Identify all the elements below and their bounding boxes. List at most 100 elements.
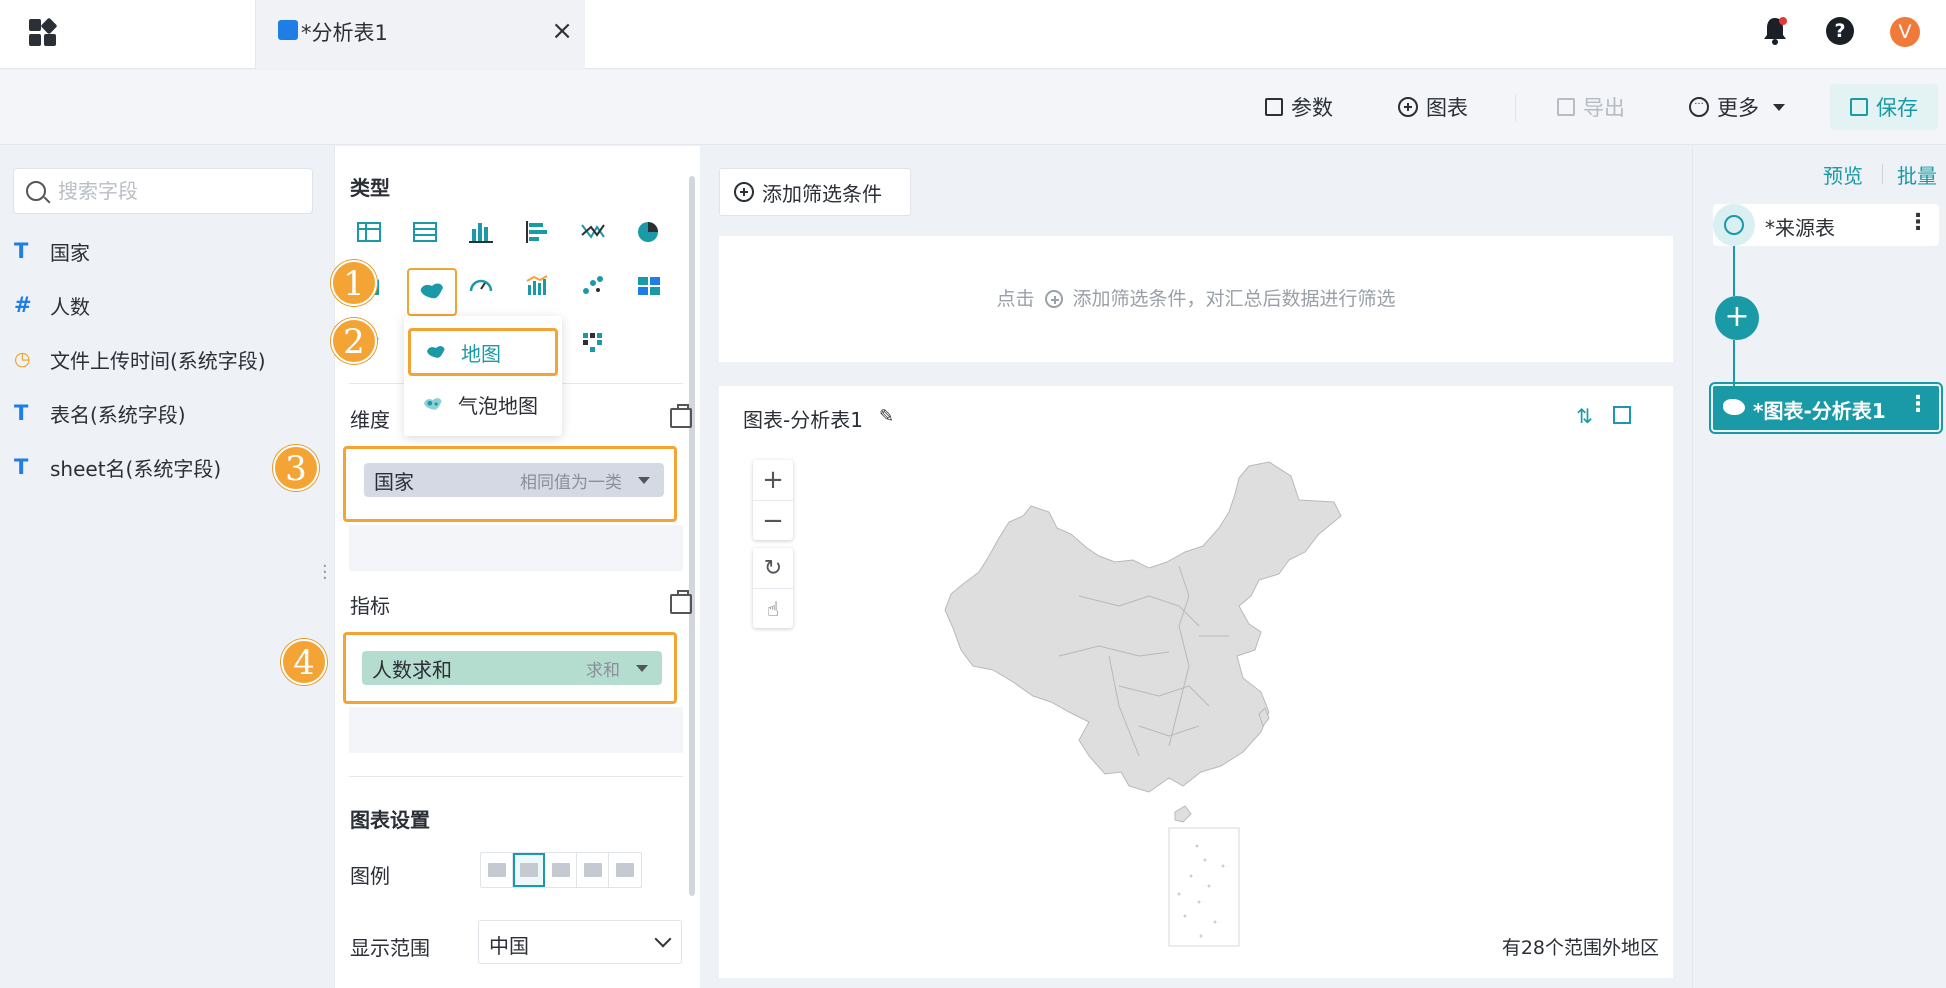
- step-marker-2: 2: [331, 318, 377, 364]
- gauge-chart-icon[interactable]: [465, 270, 497, 302]
- legend-none-option[interactable]: [481, 853, 513, 887]
- more-vertical-icon[interactable]: ⋮: [1907, 392, 1929, 417]
- text-field-icon: T: [14, 401, 29, 425]
- field-item-table-name[interactable]: T 表名(系统字段): [14, 398, 186, 428]
- config-scrollbar[interactable]: [689, 176, 695, 896]
- chevron-down-icon: [654, 930, 672, 948]
- search-box[interactable]: [13, 168, 313, 214]
- add-chart-button[interactable]: 图表: [1398, 92, 1468, 122]
- panel-resize-handle[interactable]: · · ·: [322, 558, 328, 588]
- filter-hint: 点击 添加筛选条件，对汇总后数据进行筛选: [996, 288, 1396, 310]
- legend-top-option[interactable]: [577, 853, 609, 887]
- china-map[interactable]: [939, 456, 1359, 956]
- clear-dimension-icon[interactable]: [670, 404, 692, 428]
- tab-analysis-sheet[interactable]: *分析表1 ×: [255, 0, 585, 69]
- add-filter-button[interactable]: 添加筛选条件: [719, 168, 911, 216]
- horizontal-bar-icon[interactable]: [521, 216, 553, 248]
- line-chart-type-icon[interactable]: [577, 216, 609, 248]
- plus-circle-icon: [1398, 97, 1418, 117]
- metric-chip[interactable]: 人数求和 求和: [362, 651, 662, 685]
- step-marker-4: 4: [281, 639, 327, 685]
- dashboard-icon[interactable]: [633, 270, 665, 302]
- edit-title-icon[interactable]: ✎: [879, 406, 894, 427]
- chart-title: 图表-分析表1: [743, 408, 863, 432]
- avatar[interactable]: V: [1890, 17, 1920, 47]
- chart-settings-heading: 图表设置: [350, 808, 430, 832]
- sort-icon[interactable]: ⇅: [1576, 404, 1593, 428]
- params-button[interactable]: 参数: [1265, 92, 1333, 122]
- detail-table-icon[interactable]: [409, 216, 441, 248]
- scatter-chart-icon[interactable]: [577, 270, 609, 302]
- plus-circle-icon[interactable]: [1044, 290, 1063, 308]
- expand-icon[interactable]: [1613, 406, 1631, 424]
- display-range-select[interactable]: 中国: [478, 920, 682, 964]
- add-node-button[interactable]: +: [1715, 296, 1759, 340]
- chart-card: 图表-分析表1 ✎ ⇅ + − ↻ ☝ 有28个范围外地区: [719, 386, 1673, 978]
- step-marker-3: 3: [273, 445, 319, 491]
- export-button[interactable]: 导出: [1557, 92, 1625, 122]
- zoom-out-icon[interactable]: −: [753, 500, 793, 540]
- dimension-label: 维度: [350, 408, 390, 432]
- source-target-icon: [1713, 204, 1755, 246]
- text-field-icon: T: [14, 455, 29, 479]
- field-item-count[interactable]: # 人数: [14, 290, 90, 320]
- search-icon: [26, 181, 46, 201]
- map-type-dropdown: 地图 气泡地图: [404, 316, 562, 436]
- metric-drop-zone[interactable]: 人数求和 求和: [343, 632, 677, 704]
- dimension-drop-zone[interactable]: 国家 相同值为一类: [343, 446, 677, 522]
- clock-icon: ◷: [14, 348, 31, 370]
- batch-link[interactable]: 批量: [1897, 160, 1937, 189]
- toolbar-divider: [1515, 95, 1516, 121]
- text-field-icon: T: [14, 239, 29, 263]
- field-item-sheet-name[interactable]: T sheet名(系统字段): [14, 452, 221, 482]
- heatmap-icon[interactable]: [577, 326, 609, 358]
- dropdown-item-bubble-map[interactable]: 气泡地图: [408, 380, 558, 428]
- legend-bottom-option[interactable]: [609, 853, 641, 887]
- combo-chart-icon[interactable]: [521, 270, 553, 302]
- dimension-chip[interactable]: 国家 相同值为一类: [364, 463, 664, 497]
- caret-down-icon: [1773, 103, 1785, 111]
- export-icon: [1557, 98, 1575, 116]
- bar-chart-icon[interactable]: [465, 216, 497, 248]
- table-chart-icon[interactable]: [353, 216, 385, 248]
- chip-caret-icon[interactable]: [638, 477, 650, 484]
- filter-area: 点击 添加筛选条件，对汇总后数据进行筛选: [719, 236, 1673, 362]
- pan-hand-icon[interactable]: ☝: [753, 588, 793, 628]
- save-button[interactable]: 保存: [1830, 84, 1938, 130]
- dropdown-item-map[interactable]: 地图: [408, 328, 558, 376]
- metric-label: 指标: [350, 594, 390, 618]
- chart-node[interactable]: *图表-分析表1 ⋮: [1709, 382, 1943, 434]
- flow-connector: [1733, 246, 1735, 296]
- more-vertical-icon[interactable]: ⋮: [1907, 210, 1929, 235]
- bell-icon[interactable]: [1761, 16, 1789, 46]
- map-chart-icon[interactable]: [407, 268, 457, 316]
- close-tab-icon[interactable]: ×: [551, 16, 573, 46]
- save-icon: [1850, 98, 1868, 116]
- preview-link[interactable]: 预览: [1823, 160, 1863, 189]
- map-tools: ↻ ☝: [753, 548, 793, 628]
- zoom-controls: + −: [753, 460, 793, 540]
- reset-icon[interactable]: ↻: [753, 548, 793, 588]
- type-heading: 类型: [350, 176, 390, 200]
- help-icon[interactable]: ?: [1826, 17, 1854, 45]
- more-button[interactable]: ··· 更多: [1689, 92, 1785, 122]
- pie-chart-icon[interactable]: [633, 216, 665, 248]
- search-input[interactable]: [58, 177, 298, 205]
- number-field-icon: #: [14, 293, 32, 317]
- toolbar: 参数 图表 导出 ··· 更多 保存: [0, 70, 1946, 145]
- apps-grid-icon[interactable]: [28, 18, 58, 48]
- zoom-in-icon[interactable]: +: [753, 460, 793, 500]
- step-marker-1: 1: [331, 260, 377, 306]
- legend-left-option[interactable]: [545, 853, 577, 887]
- field-item-upload-time[interactable]: ◷ 文件上传时间(系统字段): [14, 344, 266, 374]
- legend-right-option[interactable]: [513, 853, 545, 887]
- more-dots-icon: ···: [1689, 97, 1709, 117]
- clear-metric-icon[interactable]: [670, 590, 692, 614]
- legend-label: 图例: [350, 864, 390, 888]
- chip-caret-icon[interactable]: [636, 665, 648, 672]
- map-icon: [1723, 399, 1745, 415]
- top-bar: *分析表1 × ? V: [0, 0, 1946, 69]
- field-item-country[interactable]: T 国家: [14, 236, 90, 266]
- source-table-node[interactable]: *来源表 ⋮: [1713, 204, 1939, 246]
- flow-connector: [1733, 340, 1735, 386]
